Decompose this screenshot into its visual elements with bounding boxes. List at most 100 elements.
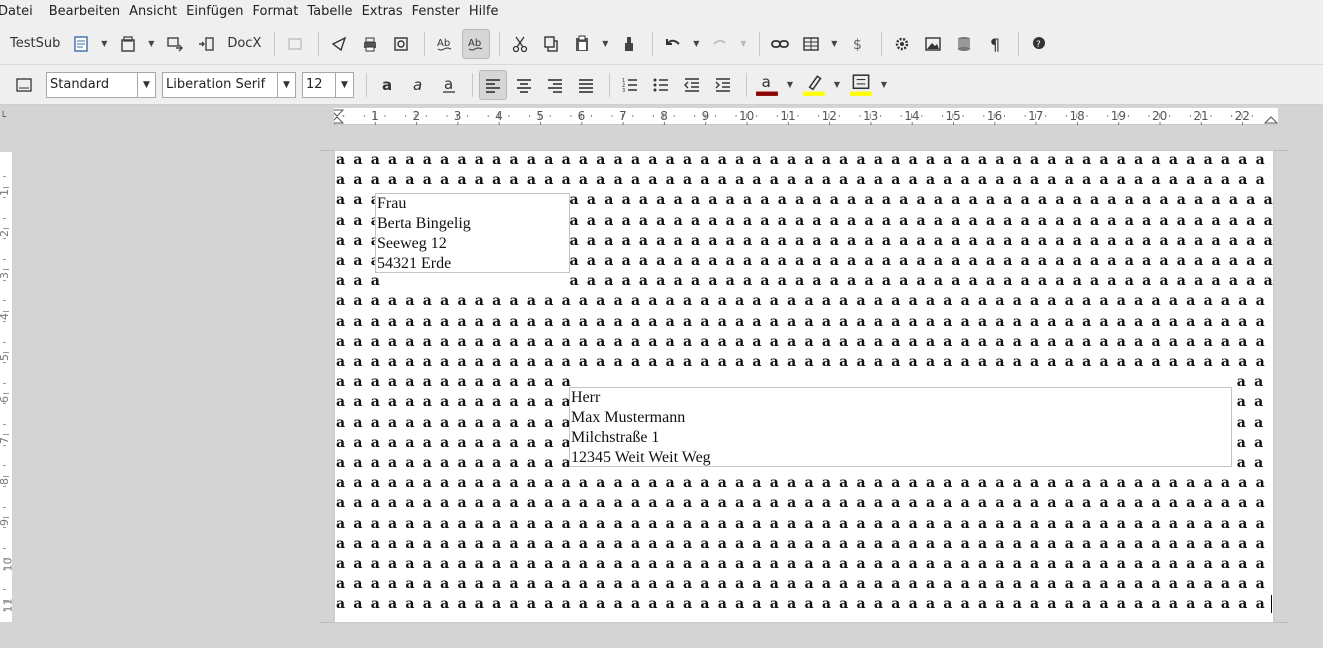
font-size-combo[interactable]: 12 ▼ — [302, 71, 354, 98]
chevron-down-icon[interactable]: ▼ — [335, 72, 353, 97]
numbered-list-icon[interactable]: 123 — [616, 70, 644, 100]
left-indent-marker[interactable] — [334, 109, 345, 124]
paste-icon[interactable] — [568, 29, 596, 59]
paste-dropdown-icon[interactable]: ▼ — [599, 29, 611, 59]
table-dropdown-icon[interactable]: ▼ — [828, 29, 840, 59]
settings-icon[interactable] — [888, 29, 916, 59]
address-frame-sender[interactable]: Herr Max Mustermann Milchstraße 1 12345 … — [569, 387, 1232, 467]
vertical-ruler-tick — [3, 599, 9, 601]
cut-icon[interactable] — [506, 29, 534, 59]
frame-line: Seeweg 12 — [377, 235, 447, 252]
ruler-number: 22 — [1234, 109, 1250, 123]
vertical-ruler-tick — [3, 258, 6, 260]
filler-text-run: aaaaaaaaaaaaaaaaaaaaaaaaaaaaaaaaaaaaaaaa… — [569, 232, 1273, 249]
menu-tabelle[interactable]: Tabelle — [307, 4, 352, 19]
highlight-dropdown-icon[interactable]: ▼ — [831, 70, 843, 100]
menu-ansicht[interactable]: Ansicht — [129, 4, 177, 19]
align-left-icon[interactable] — [479, 69, 507, 100]
ruler-number: 7 — [618, 109, 627, 123]
document-page[interactable]: aaaaaaaaaaaaaaaaaaaaaaaaaaaaaaaaaaaaaaaa… — [335, 151, 1273, 622]
align-center-icon[interactable] — [510, 70, 538, 100]
frame-line: Herr — [571, 389, 601, 406]
help-icon[interactable]: ? — [1025, 29, 1053, 59]
vertical-ruler-number: 6 — [0, 396, 11, 403]
frame-line: 12345 Weit Weit Weg — [571, 449, 711, 466]
menu-format[interactable]: Format — [253, 4, 299, 19]
paragraph-background-icon[interactable] — [847, 70, 875, 100]
formatting-marks-icon[interactable]: ¶ — [981, 29, 1009, 59]
table-icon[interactable] — [797, 29, 825, 59]
ruler-number: 18 — [1069, 109, 1085, 123]
toolbar-separator — [274, 31, 276, 56]
menu-einfügen[interactable]: Einfügen — [186, 4, 243, 19]
horizontal-ruler[interactable]: 1 2 3 4 5 6 7 8 9 10 11 12 13 14 15 16 17 18 19 20 21 22 — [334, 108, 1278, 125]
image-icon[interactable] — [919, 29, 947, 59]
chevron-down-icon[interactable]: ▼ — [137, 72, 155, 97]
vertical-ruler-number: 2 — [0, 230, 11, 237]
export-icon[interactable] — [161, 29, 189, 59]
export-pdf-icon[interactable] — [192, 29, 220, 59]
clone-formatting-icon[interactable] — [615, 29, 643, 59]
svg-text:¶: ¶ — [990, 35, 1000, 53]
paragraph-style-combo[interactable]: Standard ▼ — [46, 71, 156, 98]
sidebar-toggle-icon[interactable] — [10, 70, 38, 100]
undo-dropdown-icon[interactable]: ▼ — [690, 29, 702, 59]
menu-extras[interactable]: Extras — [362, 4, 403, 19]
testsub-button[interactable]: TestSub — [6, 29, 64, 59]
filler-text-run: aaaaaaaaaaaaaaaaaaaaaaaaaaaaaaaaaaaaaaaa… — [336, 172, 1273, 189]
italic-icon[interactable]: a — [404, 70, 432, 100]
edit-mode-icon[interactable] — [281, 29, 309, 59]
send-icon[interactable] — [325, 29, 353, 59]
increase-indent-icon[interactable] — [709, 70, 737, 100]
filler-text-run: aaaaaaaaaaaaaaaaaaaaaaaaaaaaaaaaaaaaaaaa… — [336, 313, 1273, 330]
paragraph-background-dropdown-icon[interactable]: ▼ — [878, 70, 890, 100]
toolbar-separator — [746, 72, 747, 97]
font-color-dropdown-icon[interactable]: ▼ — [784, 70, 796, 100]
font-name-combo[interactable]: Liberation Serif ▼ — [162, 71, 296, 98]
spelling-icon[interactable]: Ab — [431, 29, 459, 59]
font-color-icon[interactable]: a — [753, 70, 781, 100]
undo-icon[interactable] — [659, 29, 687, 59]
docx-button[interactable]: DocX — [223, 29, 265, 59]
tab-stop-selector-icon[interactable]: └ — [0, 112, 6, 123]
vertical-ruler-number: 4 — [0, 313, 11, 320]
ruler-number: 20 — [1152, 109, 1168, 123]
underline-icon[interactable]: a — [435, 70, 463, 100]
ruler-number: 14 — [904, 109, 920, 123]
bold-icon[interactable]: a — [373, 70, 401, 100]
vertical-ruler-tick — [3, 196, 6, 198]
new-document-icon[interactable] — [67, 29, 95, 59]
redo-icon[interactable] — [706, 29, 734, 59]
highlight-icon[interactable] — [800, 70, 828, 100]
special-character-icon[interactable]: $ — [844, 29, 872, 59]
decrease-indent-icon[interactable] — [678, 70, 706, 100]
print-icon[interactable] — [356, 29, 384, 59]
ruler-number: 5 — [536, 109, 545, 123]
chevron-down-icon[interactable]: ▼ — [277, 72, 295, 97]
ruler-number: 8 — [660, 109, 668, 123]
vertical-ruler-tick — [3, 527, 6, 529]
templates-dropdown-icon[interactable]: ▼ — [145, 29, 157, 59]
database-icon[interactable] — [950, 29, 978, 59]
print-preview-icon[interactable] — [387, 29, 415, 59]
justify-icon[interactable] — [572, 70, 600, 100]
templates-icon[interactable] — [114, 29, 142, 59]
vertical-ruler[interactable]: 1234567891011 — [0, 152, 15, 622]
align-right-icon[interactable] — [541, 70, 569, 100]
hyperlink-icon[interactable] — [766, 29, 794, 59]
right-indent-marker[interactable] — [1263, 116, 1278, 124]
menu-datei[interactable]: Datei — [0, 4, 40, 19]
new-dropdown-icon[interactable]: ▼ — [98, 29, 110, 59]
auto-spellcheck-icon[interactable]: Ab — [462, 28, 491, 59]
ruler-number: 12 — [821, 109, 837, 123]
address-frame-recipient[interactable]: Frau Berta Bingelig Seeweg 12 54321 Erde — [375, 193, 570, 273]
redo-dropdown-icon[interactable]: ▼ — [737, 29, 749, 59]
menu-bearbeiten[interactable]: Bearbeiten — [49, 4, 120, 19]
menu-hilfe[interactable]: Hilfe — [469, 4, 499, 19]
menu-fenster[interactable]: Fenster — [412, 4, 460, 19]
menu-bar: Datei Bearbeiten Ansicht Einfügen Format Tabe… — [0, 0, 1323, 23]
vertical-ruler-tick — [3, 300, 6, 302]
ruler-number: 13 — [862, 109, 879, 123]
copy-icon[interactable] — [537, 29, 565, 59]
bullet-list-icon[interactable] — [647, 70, 675, 100]
